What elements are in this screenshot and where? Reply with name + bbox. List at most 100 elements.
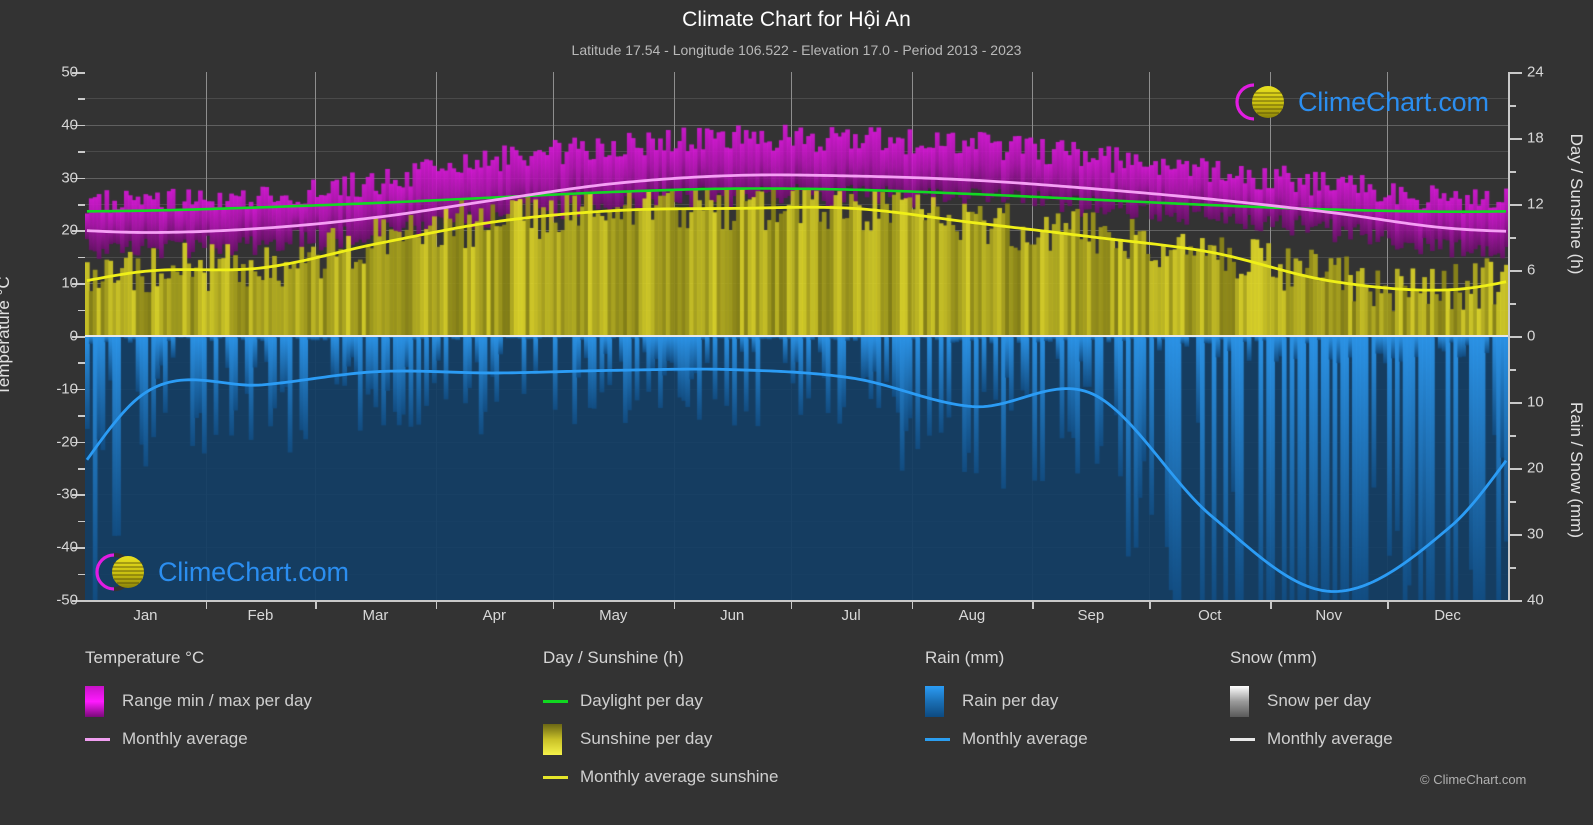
- legend-swatch-line: [925, 737, 950, 741]
- axis-tick-right-minor: [1509, 171, 1516, 173]
- legend-column-title: Day / Sunshine (h): [543, 648, 684, 667]
- axis-tick-label-right-mm: 20: [1527, 459, 1544, 477]
- climechart-logo-icon: [92, 550, 154, 594]
- watermark-top: ClimeChart.com: [1232, 80, 1489, 124]
- legend-swatch-box: [85, 685, 104, 717]
- axis-tick-label-left: 0: [69, 327, 78, 345]
- axis-tick-label-x: Aug: [958, 607, 986, 624]
- legend-item-label: Snow per day: [1267, 691, 1371, 710]
- legend-item[interactable]: Monthly average: [1230, 720, 1393, 758]
- climechart-logo-icon: [1232, 80, 1294, 124]
- axis-tick-label-x: Jul: [841, 607, 861, 624]
- axis-tick-right-hours: [1509, 72, 1522, 74]
- axis-tick-right-minor: [1509, 303, 1516, 305]
- axis-tick-label-right-hours: 6: [1527, 261, 1536, 279]
- legend-column-title: Snow (mm): [1230, 648, 1317, 667]
- legend-item-label: Monthly average: [962, 729, 1088, 748]
- legend-item-label: Range min / max per day: [122, 691, 312, 710]
- legend-swatch-line: [85, 737, 110, 741]
- axis-tick-right-hours: [1509, 138, 1522, 140]
- axis-tick-right-minor: [1509, 435, 1516, 437]
- axis-tick-label-right-hours: 24: [1527, 63, 1544, 81]
- axis-tick-left-minor: [78, 573, 85, 576]
- axis-tick-right-minor: [1509, 567, 1516, 569]
- axis-tick-right-minor: [1509, 105, 1516, 107]
- legend-item[interactable]: Monthly average sunshine: [543, 758, 778, 796]
- axis-tick-label-left: 30: [61, 169, 78, 187]
- axis-tick-label-right-hours: 18: [1527, 129, 1544, 147]
- legend-column: Temperature °C Range min / max per day Mon…: [85, 648, 312, 758]
- legend-item[interactable]: Range min / max per day: [85, 682, 312, 720]
- axis-tick-left-minor: [78, 415, 85, 417]
- chart-legend: Temperature °C Range min / max per day Mon…: [0, 648, 1593, 818]
- axis-tick-right-mm: [1509, 534, 1522, 536]
- axis-tick-left-minor: [78, 468, 85, 470]
- axis-tick-label-x: Sep: [1077, 607, 1105, 624]
- axis-tick-label-x: Apr: [482, 607, 507, 624]
- legend-column: Snow (mm) Snow per day Monthly average: [1230, 648, 1393, 758]
- legend-swatch-box: [1230, 685, 1249, 717]
- axis-tick-label-left: 10: [61, 274, 78, 292]
- axis-tick-right-hours: [1509, 204, 1522, 206]
- axis-bottom-spine: [85, 600, 1509, 602]
- axis-tick-label-right-hours: 12: [1527, 195, 1544, 213]
- axis-tick-label-right-hours: 0: [1527, 327, 1536, 345]
- legend-item[interactable]: Sunshine per day: [543, 720, 778, 758]
- legend-swatch-box: [925, 685, 944, 717]
- axis-tick-label-left: 50: [61, 63, 78, 81]
- legend-item[interactable]: Monthly average: [925, 720, 1088, 758]
- axis-tick-right-hours: [1509, 270, 1522, 272]
- axis-tick-left-minor: [78, 98, 85, 100]
- axis-tick-label-x: Oct: [1198, 607, 1222, 624]
- page-title: Climate Chart for Hội An: [682, 8, 911, 31]
- legend-swatch-line: [543, 699, 568, 703]
- legend-item-label: Daylight per day: [580, 691, 703, 710]
- axis-tick-right-minor: [1509, 501, 1516, 503]
- axis-tick-left-minor: [78, 204, 85, 206]
- axis-tick-label-x: Feb: [247, 607, 274, 624]
- zero-line: [85, 335, 1508, 337]
- legend-swatch-line: [543, 775, 568, 779]
- legend-item[interactable]: Rain per day: [925, 682, 1088, 720]
- legend-column-title: Rain (mm): [925, 648, 1005, 667]
- axis-tick-label-left: -20: [56, 433, 78, 451]
- axis-tick-label-right-mm: 30: [1527, 525, 1544, 543]
- axis-tick-left-minor: [78, 362, 85, 364]
- axis-tick-left-minor: [78, 520, 85, 523]
- legend-swatch-box: [543, 723, 562, 755]
- watermark-text: ClimeChart.com: [1298, 86, 1489, 117]
- page-subtitle: Latitude 17.54 - Longitude 106.522 - Ele…: [571, 42, 1022, 58]
- axis-tick-label-x: Nov: [1315, 607, 1342, 624]
- copyright-notice: © ClimeChart.com: [1420, 772, 1527, 787]
- legend-item-label: Rain per day: [962, 691, 1059, 710]
- axis-tick-right-hours: [1509, 336, 1522, 338]
- climate-chart-page: Climate Chart for Hội An Latitude 17.54 …: [0, 0, 1593, 825]
- legend-column: Day / Sunshine (h) Daylight per day Sunshi…: [543, 648, 778, 796]
- axis-tick-label-x: Mar: [362, 607, 389, 624]
- axis-tick-label-left: -30: [56, 485, 78, 503]
- legend-item-label: Monthly average: [122, 729, 248, 748]
- axis-title-temperature: Temperature °C: [0, 276, 13, 396]
- axis-tick-label-right-mm: 10: [1527, 393, 1544, 411]
- legend-column: Rain (mm) Rain per day Monthly average: [925, 648, 1088, 758]
- legend-swatch-line: [1230, 737, 1255, 741]
- temperature-average-line: [86, 173, 1507, 234]
- watermark-bottom: ClimeChart.com: [92, 550, 349, 594]
- legend-item[interactable]: Daylight per day: [543, 682, 778, 720]
- legend-item[interactable]: Monthly average: [85, 720, 312, 758]
- legend-column-title: Temperature °C: [85, 648, 205, 667]
- plot-area: [85, 72, 1508, 600]
- axis-tick-right-minor: [1509, 369, 1516, 371]
- axis-tick-label-left: -10: [56, 380, 78, 398]
- axis-right-spine: [1508, 72, 1510, 601]
- axis-tick-right-mm: [1509, 600, 1522, 602]
- legend-item[interactable]: Snow per day: [1230, 682, 1393, 720]
- axis-tick-label-x: Jan: [133, 607, 158, 624]
- axis-tick-label-right-mm: 40: [1527, 591, 1544, 609]
- axis-tick-left-minor: [78, 309, 85, 312]
- sunshine-average-line: [86, 205, 1507, 292]
- axis-tick-label-x: Dec: [1434, 607, 1461, 624]
- axis-tick-left-minor: [78, 256, 85, 259]
- watermark-text: ClimeChart.com: [158, 556, 349, 587]
- axis-tick-label-x: May: [599, 607, 628, 624]
